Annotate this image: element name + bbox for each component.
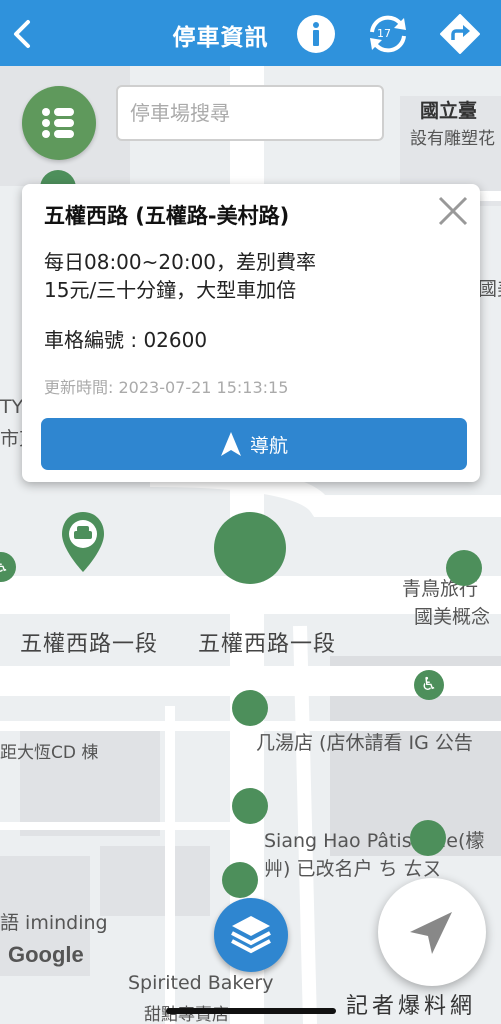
road-label: 五權西路一段 xyxy=(20,632,159,657)
fee-line: 15元/三十分鐘，大型車加倍 xyxy=(44,278,297,302)
layers-button[interactable] xyxy=(214,898,288,972)
accessibility-icon: ♿ xyxy=(414,670,444,700)
info-button[interactable] xyxy=(296,14,336,54)
location-arrow-icon xyxy=(410,912,452,954)
space-number: 車格編號 : 02600 xyxy=(44,328,208,352)
refresh-countdown: 17 xyxy=(377,27,391,40)
parking-marker[interactable] xyxy=(410,820,446,856)
map-label: 國美概念 xyxy=(414,606,491,628)
parking-search-input[interactable]: 停車場搜尋 xyxy=(116,85,384,141)
info-icon xyxy=(297,15,335,53)
app-header: 停車資訊 17 xyxy=(0,0,501,66)
directions-button[interactable] xyxy=(440,14,480,54)
navigate-button[interactable]: 導航 xyxy=(41,418,467,470)
map-label: Siang Hao Pâtisserie(檬 xyxy=(264,830,485,852)
updated-time: 更新時間: 2023-07-21 15:13:15 xyxy=(44,378,289,397)
navigation-arrow-icon xyxy=(220,432,241,456)
google-logo: Google xyxy=(8,942,84,967)
navigate-label: 導航 xyxy=(249,434,288,457)
refresh-button[interactable]: 17 xyxy=(364,14,406,54)
parking-info-popup: 五權西路 (五權路-美村路) 每日08:00~20:00，差別費率 15元/三十… xyxy=(22,184,480,482)
map-label: 國美 xyxy=(478,278,501,300)
parking-marker[interactable] xyxy=(222,862,258,898)
home-indicator xyxy=(166,1008,336,1014)
parking-marker[interactable] xyxy=(232,788,268,824)
parking-cluster-marker[interactable] xyxy=(214,512,286,584)
map-label: 几湯店 (店休請看 IG 公告 xyxy=(256,732,473,754)
directions-icon xyxy=(440,14,480,54)
parking-marker[interactable] xyxy=(232,690,268,726)
close-button[interactable] xyxy=(436,194,470,228)
fee-line: 每日08:00~20:00，差別費率 xyxy=(44,250,317,274)
map-label: Spirited Bakery xyxy=(128,972,274,994)
list-icon xyxy=(42,108,74,138)
parking-marker[interactable] xyxy=(446,550,482,586)
map-label: 國立臺 xyxy=(420,100,478,122)
map-label: TY xyxy=(0,396,24,418)
close-icon xyxy=(438,196,468,226)
my-location-button[interactable] xyxy=(378,878,486,986)
map-label: 距大恆CD 棟 xyxy=(0,743,99,763)
car-poi-pin-icon[interactable] xyxy=(58,510,108,574)
map-label: 艸) 已改名户 ち ㄊㄡ xyxy=(264,858,442,880)
menu-button[interactable] xyxy=(22,86,96,160)
page-title: 停車資訊 xyxy=(172,25,269,51)
popup-title: 五權西路 (五權路-美村路) xyxy=(44,204,290,228)
watermark: 記者爆料網 xyxy=(346,994,477,1019)
road-label: 五權西路一段 xyxy=(198,632,337,657)
map-label: 語 iminding xyxy=(0,912,108,934)
map-label: 設有雕塑花 xyxy=(410,129,495,149)
fee-description: 每日08:00~20:00，差別費率 15元/三十分鐘，大型車加倍 xyxy=(44,248,374,304)
layers-icon xyxy=(231,916,271,954)
